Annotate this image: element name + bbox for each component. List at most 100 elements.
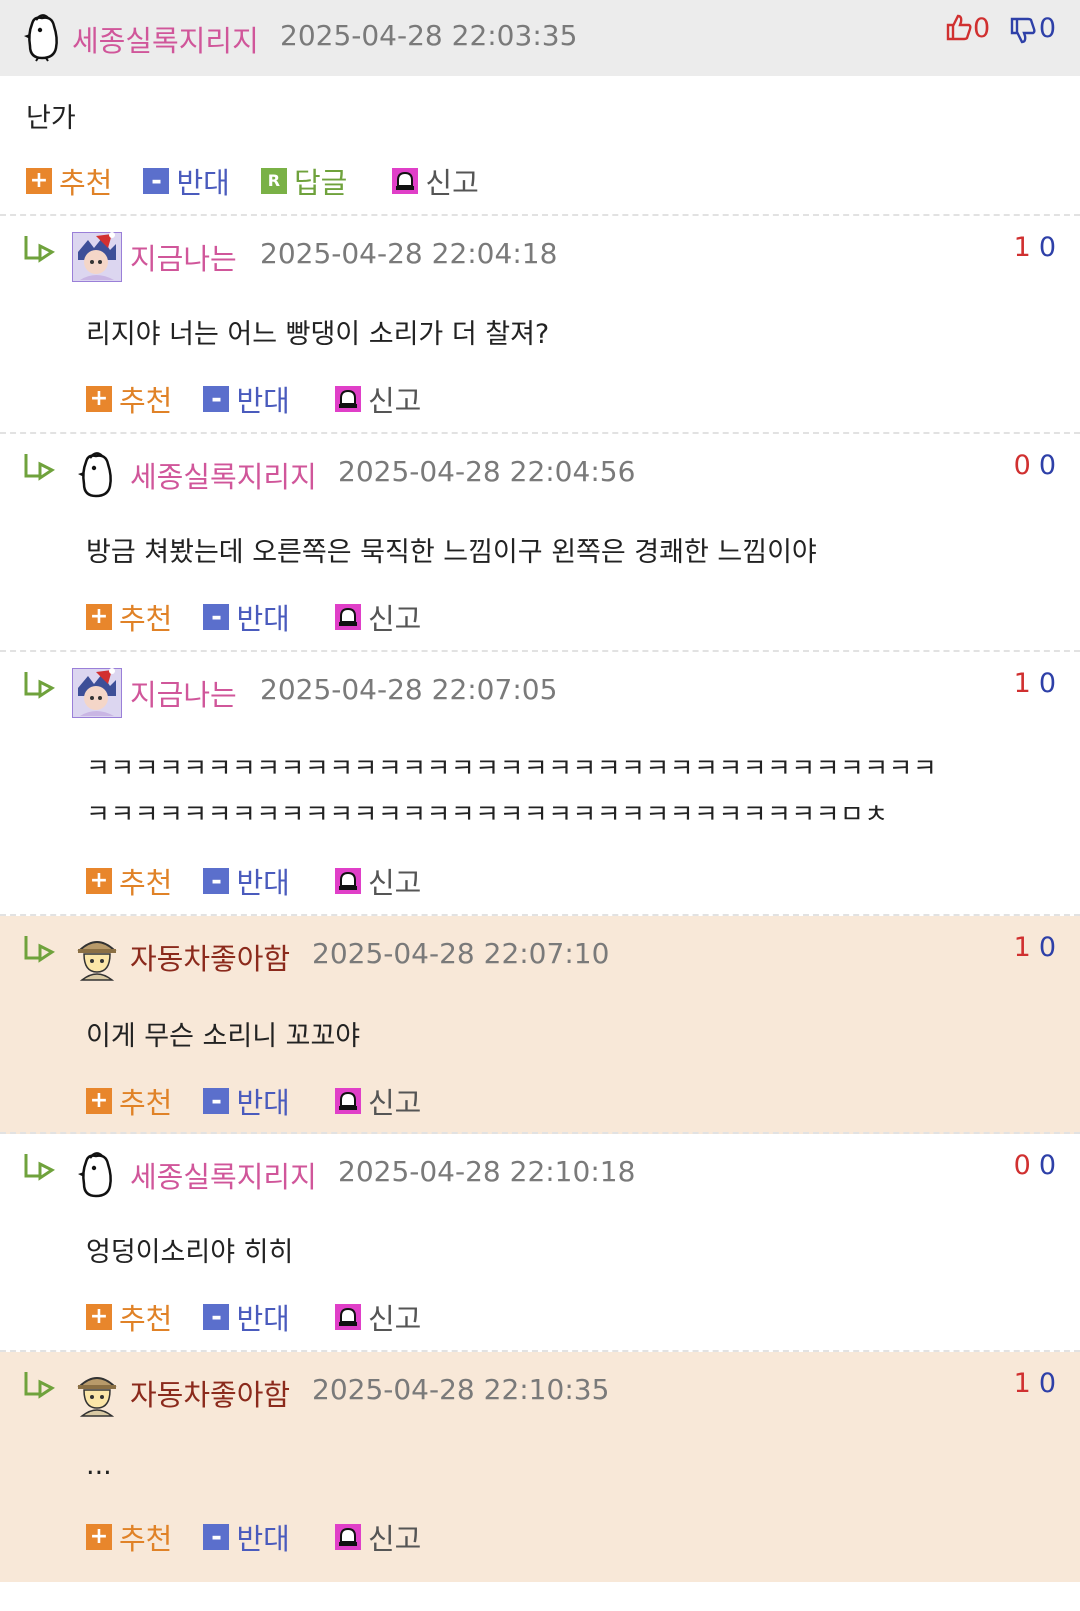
upvote-count: 1 (1013, 1368, 1031, 1399)
reply-arrow-icon (24, 936, 55, 963)
reply-comment-highlighted: 자동차좋아함 2025-04-28 22:07:10 10 이게 무슨 소리니 … (0, 916, 1080, 1134)
chicken-avatar[interactable] (72, 1150, 122, 1200)
reply-r-icon: R (260, 168, 287, 194)
minus-icon: - (203, 1304, 230, 1330)
comment-actions: + 추천 - 반대 신고 (86, 378, 447, 418)
recommend-button[interactable]: + 추천 (86, 1080, 172, 1122)
vote-counts: 00 (1014, 450, 1056, 481)
plus-icon: + (86, 868, 112, 894)
oppose-button[interactable]: - 반대 (203, 378, 290, 420)
user-avatar[interactable] (72, 668, 122, 718)
thumbs-up-icon (946, 14, 972, 41)
vote-counts: 0 0 (945, 13, 1056, 45)
reply-comment-highlighted: 자동차좋아함 2025-04-28 22:10:35 10 ... + 추천 -반… (0, 1352, 1080, 1582)
vote-counts: 10 (1014, 1368, 1056, 1399)
comment-author[interactable]: 세종실록지리지 (130, 454, 317, 496)
plus-icon: + (86, 386, 112, 412)
oppose-button[interactable]: - 반대 (203, 1080, 290, 1122)
report-button[interactable]: 신고 (392, 160, 479, 202)
downvote-count: 0 (1038, 668, 1056, 699)
downvote-count: 0 (1038, 1150, 1056, 1181)
report-button[interactable]: 신고 (334, 860, 421, 902)
recommend-button[interactable]: + 추천 (86, 860, 172, 902)
top-comment-body: 난가 + 추천 - 반대 R 답글 신고 (0, 76, 1080, 216)
upvote-count: 1 (1013, 932, 1031, 963)
comment-text: 리지야 너는 어느 빵댕이 소리가 더 찰져? (86, 319, 550, 350)
vote-counts: 10 (1014, 932, 1056, 963)
vote-counts: 10 (1014, 232, 1056, 263)
upvote-count: 0 (1013, 1150, 1031, 1181)
minus-icon: - (203, 604, 230, 630)
comment-actions: + 추천 - 반대 신고 (86, 1080, 447, 1120)
chicken-avatar[interactable] (18, 12, 68, 62)
downvote-count: 0 (1038, 13, 1056, 44)
siren-icon (334, 386, 361, 412)
oppose-button[interactable]: - 반대 (203, 860, 290, 902)
comment-text: 엉덩이소리야 히히 (86, 1237, 294, 1268)
comment-author[interactable]: 지금나는 (130, 236, 237, 278)
siren-icon (334, 1088, 361, 1114)
oppose-button[interactable]: - 반대 (203, 1296, 290, 1338)
minus-icon: - (203, 868, 230, 894)
reply-arrow-icon (24, 672, 55, 699)
reply-arrow-icon (24, 1372, 55, 1399)
report-button[interactable]: 신고 (334, 1080, 421, 1122)
siren-icon (392, 168, 419, 194)
comment-text-line2: ㅋㅋㅋㅋㅋㅋㅋㅋㅋㅋㅋㅋㅋㅋㅋㅋㅋㅋㅋㅋㅋㅋㅋㅋㅋㅋㅋㅋㅋㅋㅋㅁㅊ (86, 800, 889, 830)
siren-icon (334, 604, 361, 630)
recommend-button[interactable]: + 추천 (86, 1516, 172, 1558)
reply-button[interactable]: R 답글 (260, 160, 347, 202)
reply-comment: 지금나는 2025-04-28 22:04:18 10 리지야 너는 어느 빵댕… (0, 216, 1080, 434)
plus-icon: + (26, 168, 52, 194)
comment-author[interactable]: 지금나는 (130, 672, 237, 714)
oppose-button[interactable]: - 반대 (203, 596, 290, 638)
vote-counts: 00 (1014, 1150, 1056, 1181)
thumbs-down-icon (1010, 17, 1036, 44)
report-button[interactable]: 신고 (334, 378, 421, 420)
report-button[interactable]: 신고 (334, 596, 421, 638)
chicken-avatar[interactable] (72, 450, 122, 500)
upvote-count: 1 (1013, 668, 1031, 699)
upvote-count: 0 (1013, 450, 1031, 481)
siren-icon (334, 868, 361, 894)
user-avatar[interactable] (72, 232, 122, 282)
recommend-button[interactable]: + 추천 (86, 1296, 172, 1338)
comment-actions: + 추천 - 반대 신고 (86, 1296, 447, 1336)
vote-counts: 10 (1014, 668, 1056, 699)
downvote-count: 0 (1038, 232, 1056, 263)
recommend-button[interactable]: + 추천 (86, 378, 172, 420)
recommend-button[interactable]: + 추천 (26, 160, 112, 202)
comment-date: 2025-04-28 22:04:18 (260, 237, 558, 270)
comment-text: ㅋㅋㅋㅋㅋㅋㅋㅋㅋㅋㅋㅋㅋㅋㅋㅋㅋㅋㅋㅋㅋㅋㅋㅋㅋㅋㅋㅋㅋㅋㅋㅋㅋㅋㅋ (86, 754, 938, 784)
minus-icon: - (143, 168, 170, 194)
oppose-button[interactable]: - 반대 (203, 1516, 290, 1558)
recommend-button[interactable]: + 추천 (86, 596, 172, 638)
downvote-count: 0 (1038, 1368, 1056, 1399)
downvote-count: 0 (1038, 450, 1056, 481)
reply-comment: 세종실록지리지 2025-04-28 22:04:56 00 방금 쳐봤는데 오… (0, 434, 1080, 652)
comment-date: 2025-04-28 22:04:56 (338, 455, 636, 488)
detective-avatar[interactable] (72, 1368, 122, 1418)
reply-arrow-icon (24, 1154, 55, 1181)
comment-author[interactable]: 자동차좋아함 (130, 936, 290, 978)
comment-author[interactable]: 세종실록지리지 (130, 1154, 317, 1196)
top-comment-header: 세종실록지리지 2025-04-28 22:03:35 0 0 (0, 0, 1080, 76)
comment-actions: + 추천 - 반대 R 답글 신고 (26, 160, 505, 200)
comment-author[interactable]: 자동차좋아함 (130, 1372, 290, 1414)
reply-comment: 세종실록지리지 2025-04-28 22:10:18 00 엉덩이소리야 히히… (0, 1134, 1080, 1352)
comment-author[interactable]: 세종실록지리지 (72, 18, 259, 60)
upvote-count: 1 (1013, 232, 1031, 263)
report-button[interactable]: 신고 (334, 1516, 421, 1558)
comment-text: 난가 (26, 103, 76, 134)
siren-icon (334, 1304, 361, 1330)
detective-avatar[interactable] (72, 932, 122, 982)
minus-icon: - (203, 1088, 230, 1114)
report-button[interactable]: 신고 (334, 1296, 421, 1338)
minus-icon: - (203, 1524, 230, 1550)
oppose-button[interactable]: - 반대 (143, 160, 230, 202)
comment-text: 이게 무슨 소리니 꼬꼬야 (86, 1021, 361, 1052)
plus-icon: + (86, 604, 112, 630)
comment-actions: + 추천 - 반대 신고 (86, 596, 447, 636)
comment-date: 2025-04-28 22:10:18 (338, 1155, 636, 1188)
reply-arrow-icon (24, 236, 55, 263)
